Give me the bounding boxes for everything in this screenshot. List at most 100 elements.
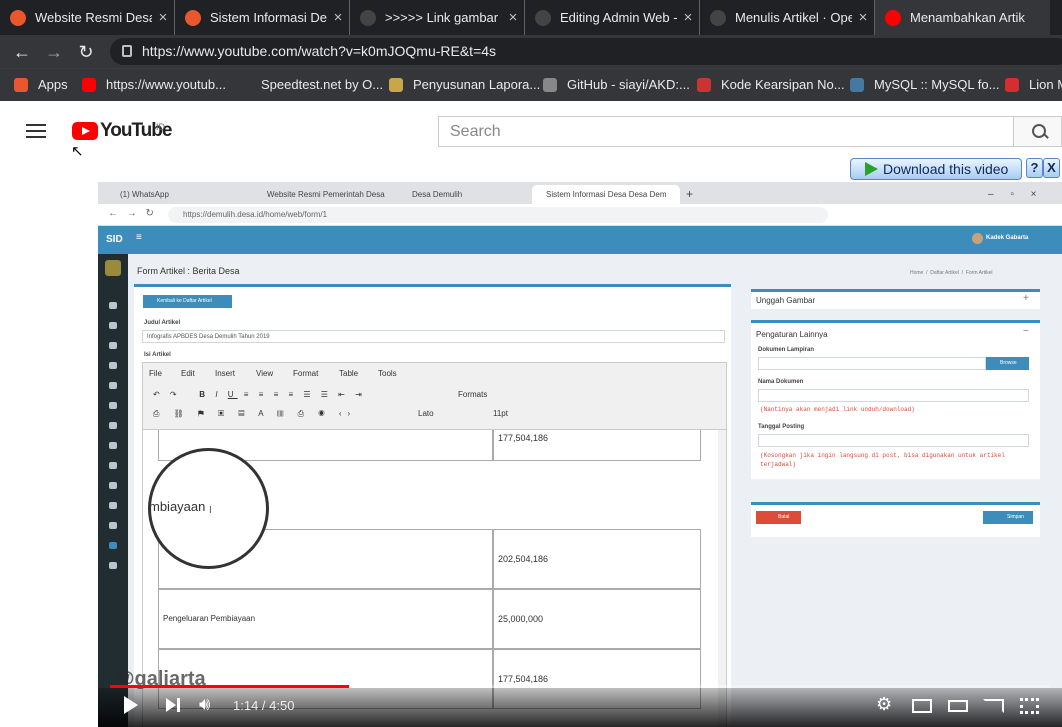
action-box: Batal Simpan (751, 502, 1040, 537)
attachment-label: Dokumen Lampiran (758, 347, 815, 353)
editor-scrollbar (718, 430, 726, 727)
bookmarks-bar: Apps https://www.youtub... Speedtest.net b… (0, 68, 1062, 101)
next-icon[interactable] (166, 698, 176, 712)
sid-content: Form Artikel : Berita Desa Home / Daftar… (128, 254, 1062, 727)
table-cell: 25,000,000 (493, 589, 701, 649)
tab-label: Editing Admin Web - (560, 10, 677, 25)
address-bar[interactable]: https://www.youtube.com/watch?v=k0mJOQmu… (110, 38, 1062, 65)
bookmark-label: https://www.youtub... (106, 77, 226, 92)
document-name-hint: (Nantinya akan menjadi link unduh/downlo… (760, 406, 915, 413)
title-field: Infografis APBDES Desa Demulih Tahun 201… (142, 330, 725, 343)
lock-icon (122, 45, 132, 57)
region-code: ID (156, 122, 165, 132)
bookmark-item[interactable]: Speedtest.net by O... (237, 77, 383, 92)
time-display: 1:14 / 4:50 (233, 698, 295, 713)
tab-close-icon[interactable]: × (152, 9, 174, 26)
tab-favicon-icon (185, 9, 201, 26)
editor-menu-file: File (149, 369, 162, 378)
recorded-tab: Sistem Informasi Desa Desa Dem (532, 185, 680, 204)
miniplayer-icon[interactable] (912, 699, 932, 713)
menu-icon[interactable] (26, 124, 46, 138)
forward-arrow-icon[interactable]: → (43, 41, 65, 63)
theater-mode-icon[interactable] (948, 700, 968, 712)
tab-close-icon[interactable]: × (502, 9, 524, 26)
tab-label: Menulis Artikel · Ope (735, 10, 852, 25)
browser-toolbar: ← → ↻ https://www.youtube.com/watch?v=k0… (0, 35, 1062, 68)
play-icon[interactable] (124, 696, 138, 714)
bookmark-favicon-icon (697, 77, 711, 92)
magnified-text: mbiayaan (149, 499, 206, 514)
bookmark-item[interactable]: https://www.youtub... (82, 77, 226, 92)
browser-tab[interactable]: >>>>> Link gambar × (350, 0, 525, 35)
search-button[interactable] (1013, 116, 1062, 147)
youtube-logo-icon[interactable] (72, 122, 98, 140)
bookmark-item[interactable]: Apps (14, 77, 68, 92)
browser-tab[interactable]: Sistem Informasi Des × (175, 0, 350, 35)
progress-played (110, 685, 349, 688)
reload-icon[interactable]: ↻ (75, 41, 97, 63)
video-player[interactable]: (1) WhatsApp Website Resmi Pemerintah De… (98, 182, 1062, 727)
bookmark-label: Apps (38, 77, 68, 92)
sid-nav-icon (109, 362, 117, 369)
new-tab-icon: + (686, 187, 694, 201)
fullscreen-icon[interactable] (1020, 698, 1039, 714)
breadcrumb: Home / Daftar Artikel / Form Artikel (910, 270, 993, 276)
tab-close-icon[interactable]: × (327, 9, 349, 26)
tab-label: Menambahkan Artik (910, 10, 1025, 25)
search-input[interactable]: Search (438, 116, 1014, 147)
minus-icon: − (1023, 326, 1029, 337)
bookmark-label: Lion M (1029, 77, 1062, 92)
browser-tab[interactable]: Menambahkan Artik (875, 0, 1050, 35)
tab-close-icon[interactable]: × (852, 9, 874, 26)
cancel-button: Batal (756, 511, 801, 524)
back-to-list-button: Kembali ke Daftar Artikel (143, 295, 232, 308)
tab-close-icon[interactable]: × (677, 9, 699, 26)
volume-icon[interactable]: 🔊︎ (199, 694, 210, 715)
editor-menu-format: Format (293, 369, 319, 378)
help-icon[interactable]: ? (1026, 158, 1043, 178)
bookmark-item[interactable]: Kode Kearsipan No... (697, 77, 845, 92)
tab-favicon-icon (885, 9, 901, 26)
tab-favicon-icon (360, 9, 376, 26)
tab-favicon-icon (535, 9, 551, 26)
editor-size-select: 11pt (493, 409, 508, 418)
bookmark-favicon-icon (850, 77, 864, 92)
cast-icon[interactable] (983, 699, 1004, 713)
sid-menu-icon: ≡ (136, 232, 142, 243)
post-date-field (758, 434, 1029, 447)
document-name-label: Nama Dokumen (758, 379, 804, 385)
text-cursor-icon: I (209, 505, 212, 516)
bookmark-item[interactable]: MySQL :: MySQL fo... (850, 77, 999, 92)
editor-insert-icons: ⎙ ⛓ ⚑ ▣ ▤ A ▥ ⎙ ◉ ‹› (153, 409, 357, 418)
browser-tab[interactable]: Menulis Artikel · Ope × (700, 0, 875, 35)
back-arrow-icon[interactable]: ← (11, 41, 33, 63)
browser-tab-bar: Website Resmi Desa × Sistem Informasi Des ×… (0, 0, 1062, 35)
bookmark-label: MySQL :: MySQL fo... (874, 77, 1000, 92)
apps-grid-icon (14, 77, 28, 92)
editor-format-icons: ↶ ↷ B I U ≡ ≡ ≡ ≡ ☰ ☰ ⇤ ⇥ (153, 390, 366, 399)
browser-tab[interactable]: Editing Admin Web - × (525, 0, 700, 35)
sid-nav-icon (109, 542, 117, 549)
village-logo-icon (105, 260, 121, 276)
next-bar-icon (177, 698, 180, 712)
sid-nav-icon (109, 482, 117, 489)
recorded-address-bar: ← → ↻ https://demulih.desa.id/home/web/f… (98, 204, 1062, 226)
bookmark-item[interactable]: GitHub - siayi/AKD:... (543, 77, 690, 92)
bookmark-item[interactable]: Lion M (1005, 77, 1062, 92)
avatar (972, 233, 983, 244)
browse-button: Browse (986, 357, 1029, 370)
sid-nav-icon (109, 442, 117, 449)
sid-nav-icon (109, 562, 117, 569)
settings-gear-icon[interactable]: ⚙ (876, 694, 892, 715)
recorded-tab: Desa Demulih (412, 190, 463, 199)
bookmark-favicon-icon (543, 77, 557, 92)
bookmark-item[interactable]: Penyusunan Lapora... (389, 77, 540, 92)
tab-label: Sistem Informasi Des (210, 10, 327, 25)
tab-label: Website Resmi Desa (35, 10, 152, 25)
sid-nav-icon (109, 502, 117, 509)
attachment-field (758, 357, 986, 370)
url-text: https://www.youtube.com/watch?v=k0mJOQmu… (142, 43, 497, 59)
download-video-button[interactable]: Download this video (850, 158, 1022, 180)
browser-tab[interactable]: Website Resmi Desa × (0, 0, 175, 35)
close-icon[interactable]: X (1043, 158, 1060, 178)
